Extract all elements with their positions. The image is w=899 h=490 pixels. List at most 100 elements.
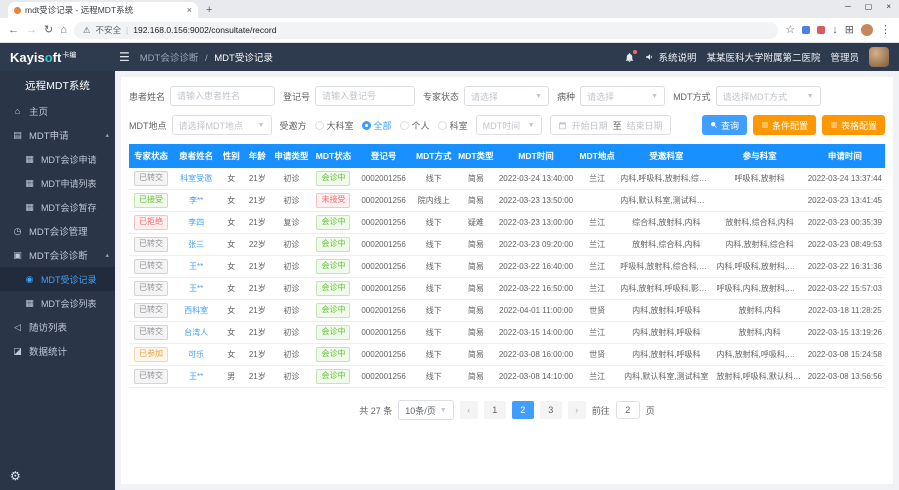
sidebar-item-mdt-consult-list[interactable]: ▦MDT会诊列表 (0, 291, 115, 315)
table-row[interactable]: 已拒绝李四女21岁复诊会诊中0002001256线下疑难2022-03-23 1… (129, 212, 885, 234)
invitee-radio-option[interactable]: 个人 (400, 119, 430, 132)
bookmark-star-icon[interactable]: ☆ (785, 25, 795, 36)
goto-page-input[interactable] (616, 401, 640, 419)
home-button[interactable]: ⌂ (60, 25, 67, 36)
window-maximize-button[interactable]: ▢ (865, 2, 873, 11)
cell-age: 21岁 (243, 256, 271, 278)
invitee-radio-option[interactable]: 全部 (362, 119, 392, 132)
column-header-mdt_place[interactable]: MDT地点 (576, 144, 618, 168)
table-row[interactable]: 已转交王**女21岁初诊会诊中0002001256线下简易2022-03-22 … (129, 278, 885, 300)
new-tab-button[interactable]: + (206, 2, 212, 18)
search-button[interactable]: 查询 (702, 115, 747, 135)
table-row[interactable]: 已转交台湾人女21岁初诊会诊中0002001256线下简易2022-03-15 … (129, 322, 885, 344)
column-header-mdt_type[interactable]: MDT类型 (456, 144, 496, 168)
table-row[interactable]: 已转交王**男21岁初诊会诊中0002001256线下简易2022-03-08 … (129, 366, 885, 388)
cell-join_depts: 放射科,内科 (714, 322, 804, 344)
cell-gender: 女 (219, 344, 243, 366)
patient-name-link[interactable]: 王** (189, 284, 203, 293)
sidebar-item-mdt-draft[interactable]: ▦MDT会诊暂存 (0, 195, 115, 219)
refresh-button[interactable]: ↻ (44, 25, 53, 36)
extension-icon[interactable] (817, 26, 825, 34)
back-button[interactable]: ← (8, 25, 19, 36)
browser-tab[interactable]: mdt受诊记录 - 远程MDT系统 × (8, 2, 198, 18)
next-page-button[interactable]: › (568, 401, 586, 419)
patient-name-link[interactable]: 西科室 (184, 306, 208, 315)
column-header-mdt_time[interactable]: MDT时间 (496, 144, 576, 168)
system-note-link[interactable]: 系统说明 (645, 50, 696, 64)
downloads-icon[interactable]: ↓ (832, 25, 838, 36)
user-role[interactable]: 管理员 (830, 50, 859, 64)
patient-name-link[interactable]: 王** (189, 262, 203, 271)
breadcrumb: MDT会诊诊断 / MDT受诊记录 (140, 50, 273, 64)
app-header: Kayisoft卡编 ☰ MDT会诊诊断 / MDT受诊记录 系统说明 某某医科… (0, 43, 899, 71)
page-size-select[interactable]: 10条/页▼ (398, 400, 453, 420)
condition-config-button[interactable]: 条件配置 (753, 115, 816, 135)
page-button-2[interactable]: 2 (512, 401, 534, 419)
table-row[interactable]: 已转交西科室女21岁初诊会诊中0002001256线下简易2022-04-01 … (129, 300, 885, 322)
notification-bell-icon[interactable] (624, 52, 635, 63)
column-header-apply_type[interactable]: 申请类型 (271, 144, 311, 168)
column-header-apply_time[interactable]: 申请时间 (805, 144, 885, 168)
column-header-reg_no[interactable]: 登记号 (356, 144, 412, 168)
table-row[interactable]: 已转交张三女22岁初诊会诊中0002001256线下简易2022-03-23 0… (129, 234, 885, 256)
page-button-1[interactable]: 1 (484, 401, 506, 419)
invitee-radio-option[interactable]: 科室 (438, 119, 468, 132)
column-header-join_depts[interactable]: 参与科室 (714, 144, 804, 168)
sidebar-item-mdt-manage[interactable]: ◷MDT会诊管理 (0, 219, 115, 243)
url-field[interactable]: ⚠ 不安全 | 192.168.0.156:9002/consultate/re… (74, 22, 779, 39)
date-range-picker[interactable]: 开始日期 至 结束日期 (550, 115, 671, 135)
mdt-place-select[interactable]: 请选择MDT地点▼ (172, 115, 272, 135)
patient-name-input[interactable] (170, 86, 275, 106)
sidebar-item-statistics[interactable]: ◪数据统计 (0, 339, 115, 363)
column-header-expert_status[interactable]: 专家状态 (129, 144, 173, 168)
column-header-mdt_mode[interactable]: MDT方式 (412, 144, 456, 168)
disease-select[interactable]: 请选择▼ (580, 86, 665, 106)
table-row[interactable]: 已参加可乐女21岁初诊会诊中0002001256线下简易2022-03-08 1… (129, 344, 885, 366)
tab-close-icon[interactable]: × (187, 5, 192, 15)
patient-name-link[interactable]: 张三 (188, 240, 204, 249)
table-row[interactable]: 已转交科室受邀女21岁初诊会诊中0002001256线下简易2022-03-24… (129, 168, 885, 190)
page-button-3[interactable]: 3 (540, 401, 562, 419)
settings-gear-icon[interactable]: ⚙ (10, 469, 21, 483)
patient-name-link[interactable]: 李** (189, 196, 203, 205)
mdt-mode-select[interactable]: 请选择MDT方式▼ (716, 86, 821, 106)
patient-name-link[interactable]: 科室受邀 (180, 174, 212, 183)
cell-mdt_status: 会诊中 (311, 234, 355, 256)
mdt-time-select[interactable]: MDT时间▼ (476, 115, 542, 135)
expert-status-select[interactable]: 请选择▼ (464, 86, 549, 106)
sidebar-item-followup-list[interactable]: ◁随访列表 (0, 315, 115, 339)
patient-name-link[interactable]: 可乐 (188, 350, 204, 359)
sidebar-toggle-icon[interactable]: ☰ (119, 50, 130, 64)
forward-button[interactable]: → (26, 25, 37, 36)
cell-mdt_status: 会诊中 (311, 256, 355, 278)
patient-name-link[interactable]: 台湾人 (184, 328, 208, 337)
column-header-patient[interactable]: 患者姓名 (173, 144, 219, 168)
sidebar-item-mdt-consult-apply[interactable]: ▦MDT会诊申请 (0, 147, 115, 171)
prev-page-button[interactable]: ‹ (460, 401, 478, 419)
invitee-radio-option[interactable]: 大科室 (315, 119, 354, 132)
table-config-button[interactable]: 表格配置 (822, 115, 885, 135)
sidebar-group-mdt-apply[interactable]: ▤MDT申请▴ (0, 123, 115, 147)
sidebar-item-mdt-record[interactable]: ◉MDT受诊记录 (0, 267, 115, 291)
window-minimize-button[interactable]: ─ (845, 2, 851, 11)
user-avatar[interactable] (869, 47, 889, 67)
column-header-mdt_status[interactable]: MDT状态 (311, 144, 355, 168)
extension-icon[interactable] (802, 26, 810, 34)
sidebar-group-mdt-diagnosis[interactable]: ▣MDT会诊诊断▴ (0, 243, 115, 267)
patient-name-link[interactable]: 李四 (188, 218, 204, 227)
chevron-down-icon: ▼ (258, 122, 265, 129)
column-header-gender[interactable]: 性别 (219, 144, 243, 168)
column-header-invited_depts[interactable]: 受邀科室 (618, 144, 714, 168)
table-row[interactable]: 已转交王**女21岁初诊会诊中0002001256线下简易2022-03-22 … (129, 256, 885, 278)
reg-no-input[interactable] (315, 86, 415, 106)
sidebar-item-home[interactable]: ⌂主页 (0, 99, 115, 123)
column-header-age[interactable]: 年龄 (243, 144, 271, 168)
window-close-button[interactable]: × (886, 2, 891, 11)
sidebar-item-mdt-apply-list[interactable]: ▦MDT申请列表 (0, 171, 115, 195)
browser-profile-avatar[interactable] (861, 24, 873, 36)
patient-name-link[interactable]: 王** (189, 372, 203, 381)
security-warning-icon[interactable]: ⚠ (83, 25, 91, 36)
table-row[interactable]: 已接受李**女21岁初诊未接受0002001256院内线上简易2022-03-2… (129, 190, 885, 212)
browser-menu-icon[interactable]: ⋮ (880, 25, 891, 36)
extensions-puzzle-icon[interactable]: ⊞ (845, 25, 854, 36)
